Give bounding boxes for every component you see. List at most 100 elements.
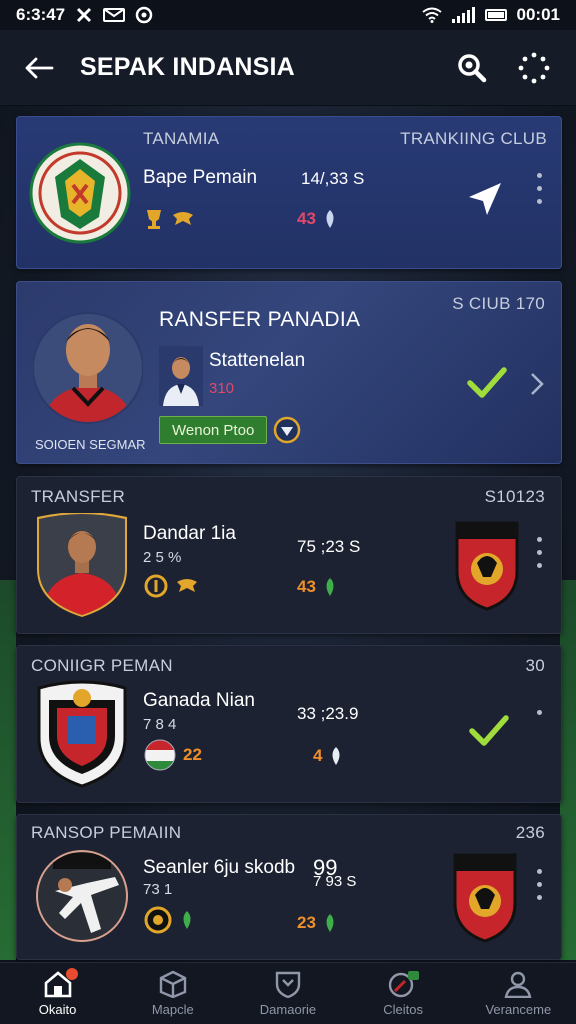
page-title: SEPAK INDANSIA bbox=[80, 53, 295, 81]
card-stat-secondary: 7 93 S bbox=[313, 873, 357, 890]
back-button[interactable] bbox=[22, 51, 56, 85]
card-count-row: 4 bbox=[313, 746, 344, 766]
card-icons bbox=[143, 573, 199, 599]
card-count-row: 23 bbox=[297, 913, 338, 933]
card-count-row: 43 bbox=[297, 209, 338, 229]
check-icon bbox=[467, 367, 507, 398]
navigate-arrow-icon[interactable] bbox=[465, 179, 505, 219]
card-right-label: S10123 bbox=[484, 487, 545, 506]
card-sub: 7 8 4 bbox=[143, 716, 177, 733]
card-stat: 14/,33 S bbox=[301, 169, 365, 188]
chevron-right-icon[interactable] bbox=[529, 372, 545, 396]
card-name: Ganada Nian bbox=[143, 690, 255, 711]
signal-icon bbox=[451, 7, 475, 23]
club-card[interactable]: TANAMIA TRANKIING CLUB Bape Pemain 14/,3… bbox=[16, 116, 562, 269]
sub-name: Stattenelan bbox=[209, 350, 306, 371]
card-label: RANSOP PEMAIIN bbox=[31, 823, 182, 842]
card-stat: 33 ;23.9 bbox=[297, 704, 359, 723]
nav-item-cleitos[interactable]: Cleitos bbox=[353, 970, 453, 1017]
status-tag: Wenon Ptoo bbox=[159, 416, 268, 444]
battery-icon bbox=[484, 9, 507, 21]
medal-icon bbox=[144, 574, 168, 598]
player-card[interactable]: RANSOP PEMAIIN 236 Seanler 6ju skodb 73 … bbox=[16, 814, 562, 960]
club-badge-icon bbox=[273, 416, 301, 444]
app-bar: SEPAK INDANSIA bbox=[0, 30, 576, 106]
eagle-icon bbox=[173, 212, 193, 225]
more-options-button[interactable] bbox=[535, 537, 543, 568]
settings-button[interactable] bbox=[514, 48, 554, 88]
more-options-button[interactable] bbox=[535, 710, 543, 715]
nav-item-home[interactable]: Okaito bbox=[8, 968, 108, 1017]
leaf-icon bbox=[326, 578, 334, 596]
card-name: Bape Pemain bbox=[143, 167, 258, 188]
flag-icon bbox=[144, 739, 176, 771]
check-icon bbox=[469, 715, 509, 746]
card-count: 43 bbox=[297, 209, 316, 228]
more-options-button[interactable] bbox=[535, 869, 543, 900]
nav-label: Veranceme bbox=[485, 1002, 552, 1017]
card-right-label: 30 bbox=[525, 656, 545, 675]
app-notification-icon bbox=[77, 7, 92, 23]
wifi-icon bbox=[421, 7, 442, 23]
loading-dots-icon bbox=[518, 52, 550, 83]
card-name: Dandar 1ia bbox=[143, 523, 236, 544]
mini-player-avatar bbox=[159, 346, 203, 406]
player-card[interactable]: TRANSFER S10123 Dandar 1ia 2 5 % 75 ;23 … bbox=[16, 476, 562, 634]
club-crest-icon bbox=[29, 142, 131, 244]
more-options-button[interactable] bbox=[535, 173, 543, 204]
nav-label: Damaorie bbox=[259, 1002, 317, 1017]
trophy-icon bbox=[147, 210, 161, 229]
status-clock: 00:01 bbox=[516, 5, 560, 24]
medal-icon bbox=[144, 906, 172, 934]
club-crest-icon bbox=[455, 521, 519, 611]
club-shield-icon bbox=[37, 680, 127, 788]
nav-label: Okaito bbox=[38, 1002, 77, 1017]
card-count: 23 bbox=[297, 913, 316, 932]
flag-count: 22 bbox=[183, 745, 202, 764]
camera-status-icon bbox=[135, 6, 153, 24]
player-card[interactable]: CONIIGR PEMAN 30 Ganada Nian 7 8 4 33 ;2… bbox=[16, 645, 562, 803]
search-icon bbox=[458, 53, 487, 82]
nav-item-mapcle[interactable]: Mapcle bbox=[123, 970, 223, 1017]
search-button[interactable] bbox=[452, 48, 492, 88]
card-icons bbox=[143, 905, 195, 935]
card-label: RANSFER PANADIA bbox=[159, 308, 361, 331]
card-sub: 2 5 % bbox=[143, 549, 182, 566]
card-count-row: 43 bbox=[297, 577, 338, 597]
card-count: 4 bbox=[313, 746, 323, 765]
transfer-card[interactable]: SOIOEN SEGMAR RANSFER PANADIA S CIUB 170… bbox=[16, 281, 562, 464]
ball-icon bbox=[326, 210, 334, 228]
shield-icon bbox=[275, 971, 301, 998]
eagle-icon bbox=[177, 579, 197, 592]
card-icons bbox=[143, 207, 195, 231]
player-shield-portrait bbox=[37, 513, 127, 617]
card-flag-row: 22 bbox=[143, 738, 202, 772]
card-right-label: 236 bbox=[515, 823, 545, 842]
back-arrow-icon bbox=[25, 57, 54, 78]
nav-label: Mapcle bbox=[151, 1002, 194, 1017]
player-round-portrait bbox=[36, 850, 128, 942]
player-caption: SOIOEN SEGMAR bbox=[35, 437, 146, 452]
notification-badge bbox=[65, 968, 78, 980]
message-icon bbox=[103, 8, 126, 22]
profile-icon bbox=[504, 971, 532, 998]
card-right-label: TRANKIING CLUB bbox=[400, 129, 547, 148]
card-stat: 75 ;23 S bbox=[297, 537, 361, 556]
player-portrait bbox=[33, 312, 143, 424]
pitch-edge-left bbox=[0, 580, 16, 960]
card-label: TANAMIA bbox=[143, 129, 220, 148]
compass-icon bbox=[388, 971, 420, 998]
card-count: 43 bbox=[297, 577, 316, 596]
card-name: Seanler 6ju skodb bbox=[143, 857, 296, 878]
leaf-icon bbox=[326, 914, 334, 932]
nav-item-damaorie[interactable]: Damaorie bbox=[238, 970, 338, 1017]
club-crest-icon bbox=[453, 853, 517, 943]
card-right-label: S CIUB 170 bbox=[452, 294, 545, 313]
card-sub: 73 1 bbox=[143, 881, 173, 898]
bottom-nav: Okaito Mapcle Damaorie Cleitos Veranceme bbox=[0, 962, 576, 1024]
status-time: 6:3:47 bbox=[16, 5, 66, 24]
card-label: CONIIGR PEMAN bbox=[31, 656, 173, 675]
card-label: TRANSFER bbox=[31, 487, 126, 506]
nav-item-veranceme[interactable]: Veranceme bbox=[468, 970, 568, 1017]
status-bar: 6:3:47 00:01 bbox=[0, 0, 576, 30]
